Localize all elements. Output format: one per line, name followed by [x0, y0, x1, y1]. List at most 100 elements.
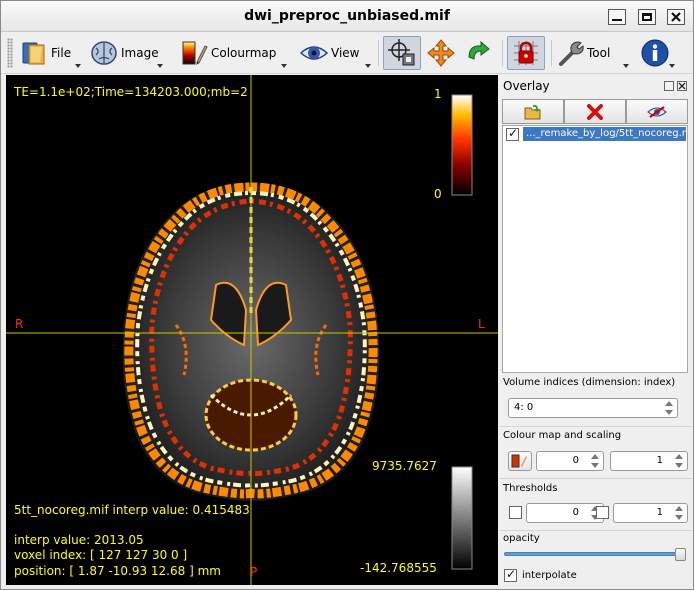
toolbar-separator — [502, 40, 503, 66]
file-menu-label: File — [51, 46, 72, 60]
volume-indices-label: Volume indices (dimension: index) — [503, 377, 676, 388]
overlay-interp-value: 5tt_nocoreg.mif interp value: 0.415483 — [14, 503, 250, 517]
image-colourbar-min: -142.768555 — [360, 561, 437, 575]
folder-icon — [19, 38, 49, 68]
colourmap-select-button[interactable] — [508, 451, 532, 471]
overlay-file-label: ..._remake_by_log/5tt_nocoreg.mif — [523, 127, 686, 141]
colourmap-icon — [179, 38, 209, 68]
view-menu-button[interactable]: View — [299, 36, 371, 70]
chevron-down-icon — [281, 64, 287, 68]
toolbar-separator — [378, 40, 379, 66]
title-bar: dwi_preproc_unbiased.mif — [1, 1, 693, 32]
scale-min-value: 0 — [572, 455, 579, 466]
toolbar-grip[interactable] — [7, 38, 13, 68]
spin-arrows-icon[interactable] — [591, 454, 600, 468]
spin-arrows-icon[interactable] — [675, 506, 684, 520]
chevron-down-icon — [669, 64, 675, 68]
overlay-visible-checkbox[interactable] — [506, 126, 519, 141]
chevron-down-icon — [75, 64, 81, 68]
colourmap-icon — [511, 454, 527, 468]
crosshair-tool-button[interactable] — [383, 36, 421, 70]
position-text: position: [ 1.87 -10.93 12.68 ] mm — [14, 564, 221, 578]
interpolate-checkbox[interactable] — [504, 567, 517, 582]
open-folder-icon — [524, 104, 541, 119]
overlay-list[interactable]: ..._remake_by_log/5tt_nocoreg.mif — [502, 125, 688, 373]
threshold-max-checkbox[interactable] — [596, 506, 609, 519]
overlay-panel-title: Overlay — [503, 79, 550, 93]
scale-max-spinbox[interactable]: 1 — [610, 451, 688, 471]
thresholds-label: Thresholds — [503, 483, 558, 494]
open-overlay-button[interactable] — [502, 99, 564, 124]
toolbar-separator — [551, 40, 552, 66]
move-arrows-icon — [426, 38, 456, 68]
overlay-colourbar-min: 0 — [434, 187, 442, 201]
opacity-slider-handle[interactable] — [675, 548, 686, 561]
overlay-button-row — [502, 99, 688, 124]
colour-map-scaling-label: Colour map and scaling — [503, 430, 622, 441]
image-colourbar — [451, 466, 473, 570]
rotate-tool-button[interactable] — [461, 36, 495, 70]
tool-menu-button[interactable]: Tool — [555, 36, 629, 70]
threshold-min-value: 0 — [572, 507, 579, 518]
tool-menu-label: Tool — [587, 46, 611, 60]
lock-grid-button[interactable] — [507, 36, 545, 70]
divider — [500, 426, 692, 427]
main-toolbar: File Image Colourmap View Tool — [1, 32, 693, 74]
hide-overlay-button[interactable] — [626, 99, 688, 124]
overlay-colourbar — [451, 94, 473, 196]
image-info-text: TE=1.1e+02;Time=134203.000;mb=2 — [14, 85, 248, 99]
pan-tool-button[interactable] — [424, 36, 458, 70]
remove-x-icon — [587, 103, 603, 120]
close-button[interactable] — [667, 9, 685, 25]
panel-float-button[interactable] — [664, 81, 674, 91]
colourmap-menu-button[interactable]: Colourmap — [179, 36, 287, 70]
window-title: dwi_preproc_unbiased.mif — [244, 8, 450, 24]
image-colourbar-max: 9735.7627 — [372, 459, 437, 473]
info-button[interactable] — [635, 36, 675, 70]
volume-index-value: 4: 0 — [514, 402, 534, 413]
image-viewport[interactable]: TE=1.1e+02;Time=134203.000;mb=2 1 0 R L … — [6, 75, 498, 585]
colourmap-menu-label: Colourmap — [211, 46, 277, 60]
threshold-min-checkbox[interactable] — [509, 506, 522, 519]
overlay-panel: Overlay ..._remake_by_log/5tt_nocoreg.mi… — [500, 75, 692, 587]
maximize-button[interactable] — [638, 9, 656, 25]
voxel-index-text: voxel index: [ 127 127 30 0 ] — [14, 548, 188, 562]
divider — [500, 478, 692, 479]
opacity-label: opacity — [503, 533, 540, 544]
scale-max-value: 1 — [656, 455, 663, 466]
remove-overlay-button[interactable] — [564, 99, 626, 124]
interp-value-text: interp value: 2013.05 — [14, 533, 144, 547]
info-icon — [640, 38, 670, 68]
orientation-right-label: R — [15, 317, 24, 331]
brain-icon — [89, 38, 119, 68]
crosshair-icon — [387, 38, 417, 68]
panel-close-button[interactable] — [677, 81, 687, 91]
volume-index-spinbox[interactable]: 4: 0 — [508, 398, 678, 418]
spin-arrows-icon[interactable] — [665, 401, 674, 415]
orientation-left-label: L — [478, 317, 485, 331]
threshold-max-value: 1 — [656, 507, 663, 518]
eye-icon — [299, 38, 329, 68]
scale-min-spinbox[interactable]: 0 — [536, 451, 604, 471]
threshold-max-spinbox[interactable]: 1 — [613, 503, 688, 523]
eye-hidden-icon — [647, 105, 667, 118]
image-menu-label: Image — [121, 46, 159, 60]
chevron-down-icon — [623, 64, 629, 68]
view-menu-label: View — [331, 46, 360, 60]
chevron-down-icon — [365, 64, 371, 68]
list-item[interactable]: ..._remake_by_log/5tt_nocoreg.mif — [506, 126, 686, 141]
orientation-posterior-label: P — [250, 565, 258, 579]
app-window: dwi_preproc_unbiased.mif File Image Colo… — [0, 0, 694, 590]
spin-arrows-icon[interactable] — [675, 454, 684, 468]
chevron-down-icon — [157, 64, 163, 68]
divider — [500, 530, 692, 531]
rotate-arrow-icon — [463, 38, 493, 68]
interpolate-label: interpolate — [522, 570, 577, 581]
wrench-icon — [555, 38, 585, 68]
image-menu-button[interactable]: Image — [89, 36, 163, 70]
threshold-min-spinbox[interactable]: 0 — [526, 503, 604, 523]
file-menu-button[interactable]: File — [19, 36, 81, 70]
minimize-button[interactable] — [608, 9, 626, 25]
lock-icon — [511, 38, 541, 68]
opacity-slider-track[interactable] — [504, 552, 686, 556]
